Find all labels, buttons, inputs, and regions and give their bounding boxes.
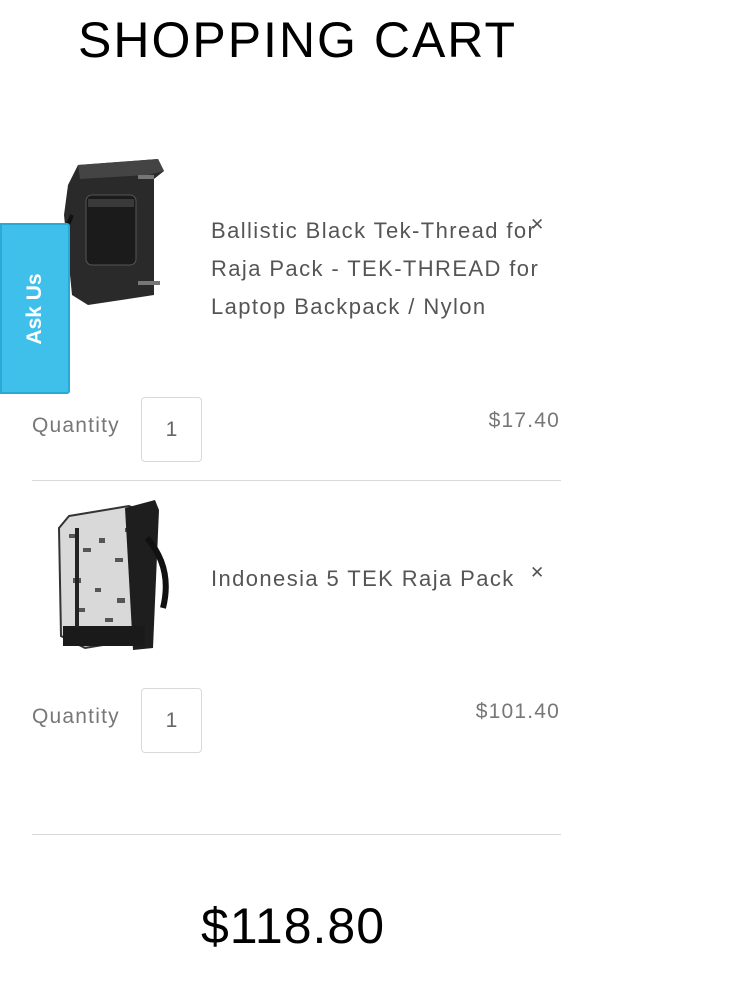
close-icon[interactable]: ✕ xyxy=(530,216,544,233)
product-image-raja-pack[interactable] xyxy=(55,498,175,656)
quantity-input[interactable]: 1 xyxy=(141,397,202,462)
item-price: $101.40 xyxy=(475,700,560,723)
divider xyxy=(32,834,561,835)
cart-item-name[interactable]: Ballistic Black Tek-Thread for Raja Pack… xyxy=(211,212,541,326)
item-price: $17.40 xyxy=(488,409,560,432)
divider xyxy=(32,480,561,481)
product-image-tek-thread[interactable] xyxy=(58,155,168,310)
cart-total: $118.80 xyxy=(201,898,386,954)
quantity-input[interactable]: 1 xyxy=(141,688,202,753)
quantity-label: Quantity xyxy=(32,705,120,728)
close-icon[interactable]: ✕ xyxy=(530,564,544,581)
page-title: SHOPPING CART xyxy=(78,12,518,68)
ask-us-label: Ask Us xyxy=(23,272,46,345)
quantity-label: Quantity xyxy=(32,414,120,437)
ask-us-button[interactable]: Ask Us xyxy=(0,223,70,394)
cart-item-name[interactable]: Indonesia 5 TEK Raja Pack xyxy=(211,560,541,598)
